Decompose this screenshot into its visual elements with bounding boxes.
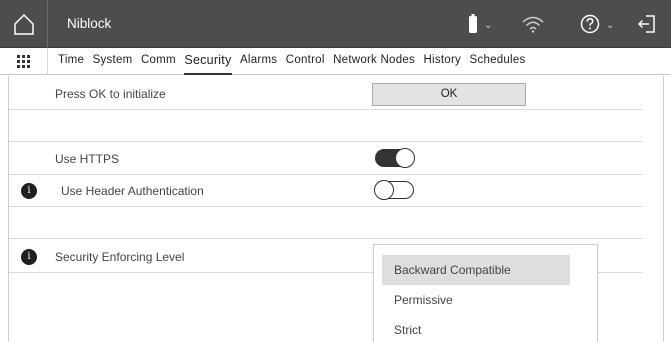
- logout-button[interactable]: [636, 0, 658, 48]
- https-label: Use HTTPS: [55, 152, 120, 166]
- battery-icon: [469, 14, 477, 33]
- wifi-icon: [522, 16, 544, 33]
- grid-menu-icon: [17, 55, 30, 68]
- chevron-down-icon: ⌄: [606, 19, 615, 31]
- help-icon: [580, 14, 600, 34]
- tab-time[interactable]: Time: [58, 48, 84, 75]
- tab-history[interactable]: History: [424, 48, 462, 75]
- enforcing-level-label: Security Enforcing Level: [55, 250, 185, 264]
- https-row: Use HTTPS: [9, 143, 643, 175]
- tabs: Time System Comm Security Alarms Control…: [58, 48, 534, 75]
- app-title: Niblock: [67, 16, 112, 31]
- tab-comm[interactable]: Comm: [141, 48, 176, 75]
- tab-security[interactable]: Security: [184, 48, 232, 75]
- info-icon[interactable]: i: [21, 183, 37, 199]
- spacer-row: [9, 207, 643, 239]
- chevron-down-icon: ⌄: [484, 19, 493, 31]
- option-backward-compatible[interactable]: Backward Compatible: [382, 255, 570, 285]
- tab-network-nodes[interactable]: Network Nodes: [333, 48, 415, 75]
- header-auth-row: i Use Header Authentication: [9, 175, 643, 207]
- tab-alarms[interactable]: Alarms: [240, 48, 277, 75]
- header-auth-toggle[interactable]: [374, 179, 414, 200]
- option-permissive[interactable]: Permissive: [382, 285, 570, 315]
- option-strict[interactable]: Strict: [382, 315, 570, 342]
- home-button[interactable]: [0, 0, 48, 48]
- grid-menu-button[interactable]: [0, 48, 48, 75]
- info-icon[interactable]: i: [21, 249, 37, 265]
- home-icon: [13, 13, 34, 35]
- security-settings-panel: Press OK to initialize OK Use HTTPS i Us…: [8, 76, 664, 342]
- toggle-knob: [374, 179, 394, 200]
- top-bar: Niblock ⌄ ⌄: [0, 0, 671, 48]
- tab-schedules[interactable]: Schedules: [470, 48, 526, 75]
- initialize-row: Press OK to initialize OK: [9, 78, 643, 110]
- logout-icon: [638, 15, 655, 33]
- help-menu[interactable]: ⌄: [580, 0, 614, 48]
- wifi-menu[interactable]: [522, 0, 544, 48]
- enforcing-level-dropdown[interactable]: Backward Compatible Permissive Strict: [373, 244, 598, 342]
- battery-menu[interactable]: ⌄: [468, 0, 492, 48]
- tab-control[interactable]: Control: [286, 48, 325, 75]
- ok-button[interactable]: OK: [372, 83, 526, 106]
- initialize-label: Press OK to initialize: [55, 87, 166, 101]
- toggle-knob: [395, 148, 415, 168]
- tab-system[interactable]: System: [93, 48, 133, 75]
- header-auth-label: Use Header Authentication: [61, 184, 204, 198]
- tab-bar: Time System Comm Security Alarms Control…: [0, 48, 671, 75]
- https-toggle[interactable]: [375, 148, 415, 168]
- spacer-row: [9, 110, 643, 142]
